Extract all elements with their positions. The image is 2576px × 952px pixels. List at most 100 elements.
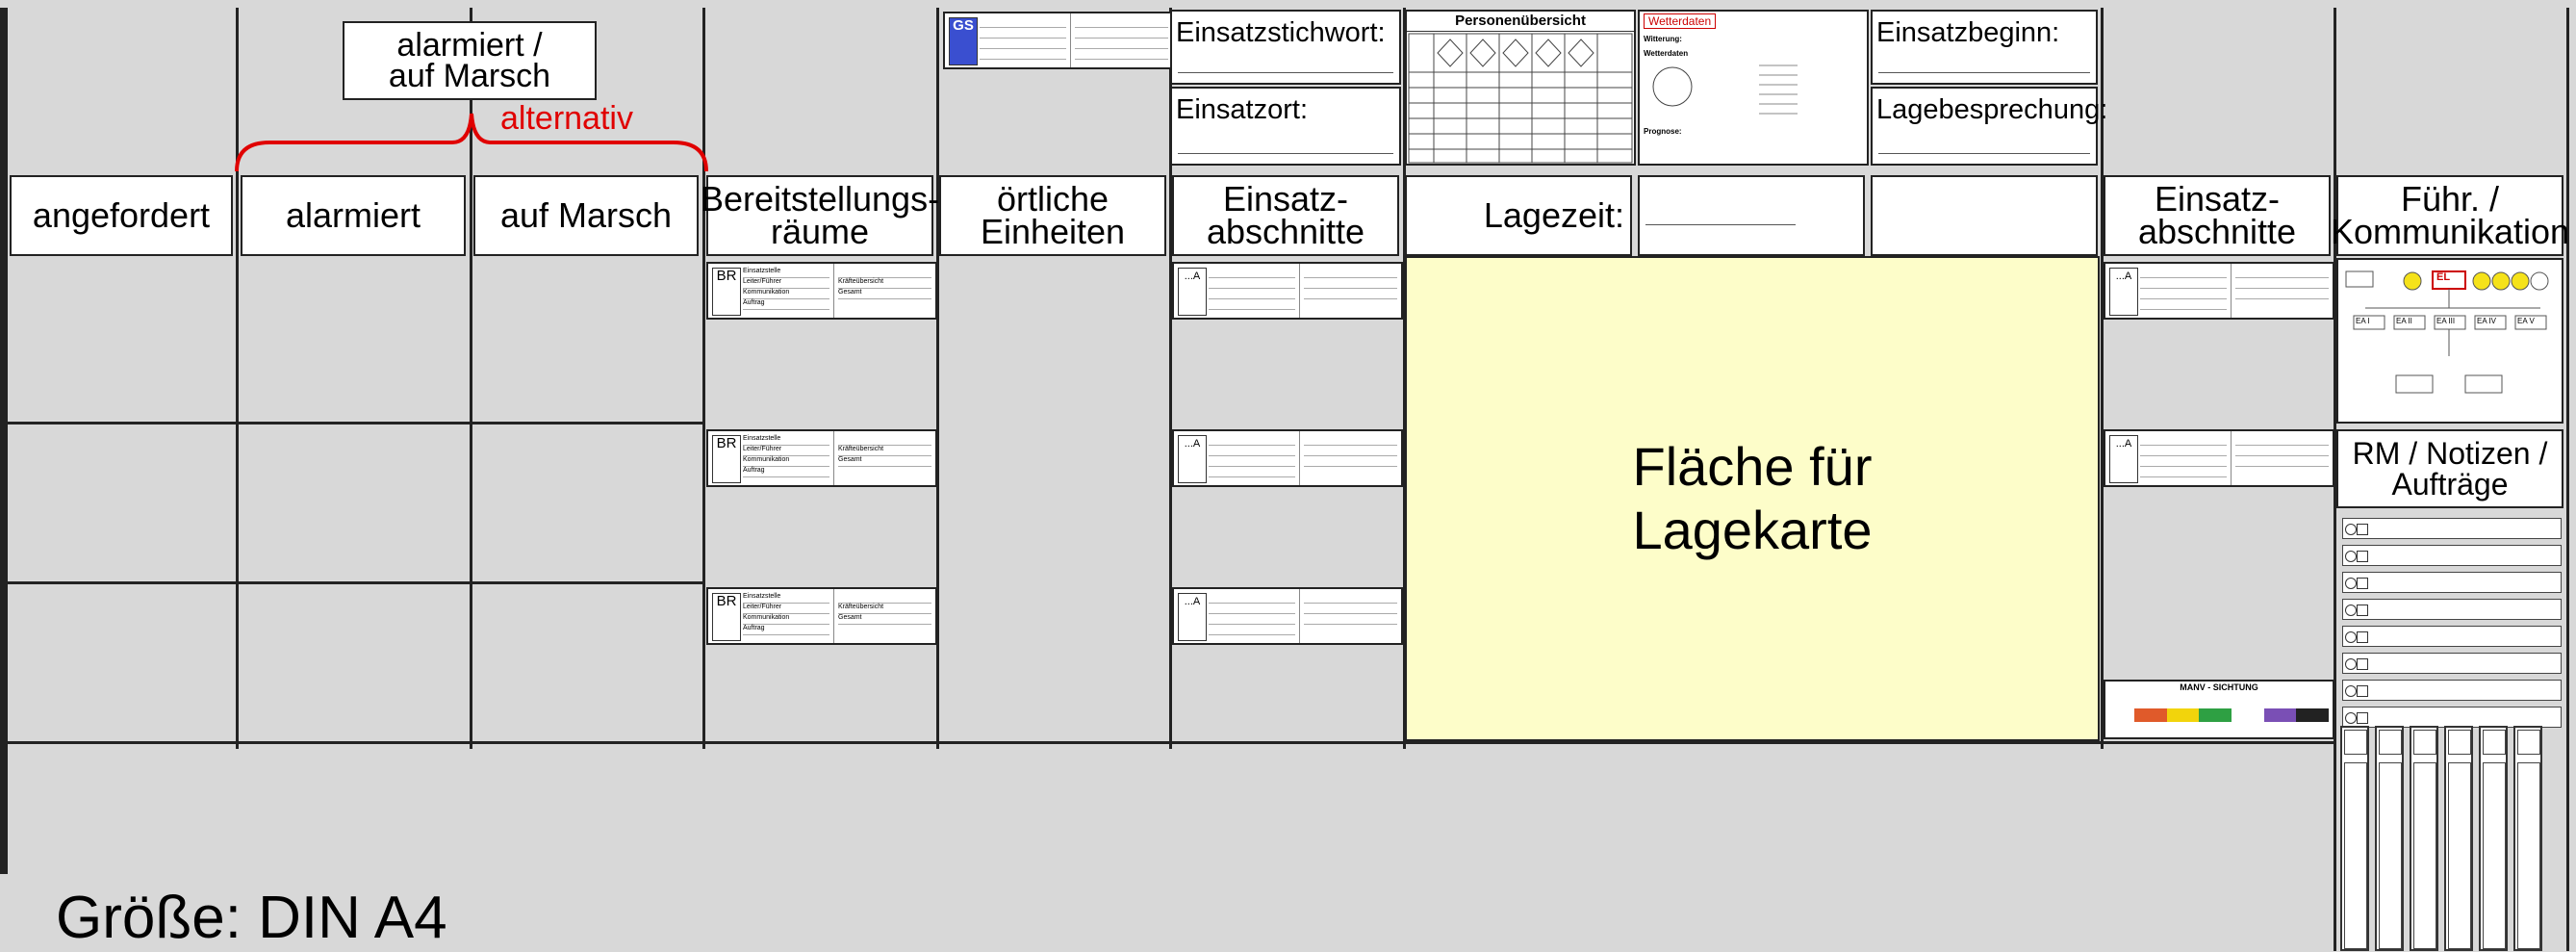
einsatzstichwort-label: Einsatzstichwort: [1176, 17, 1386, 48]
note-row[interactable] [2342, 572, 2562, 593]
wetterdaten-sub-label: Wetterdaten [1644, 49, 1689, 58]
gs-card[interactable]: GS [943, 12, 1174, 69]
alternativ-brace [235, 113, 708, 172]
personenuebersicht-title: Personenübersicht [1407, 12, 1634, 32]
br-card[interactable]: BR Einsatzstelle Leiter/Führer Kommunikati… [706, 587, 937, 645]
header-fuehr-kommunikation: Führ. / Kommunikation [2331, 175, 2569, 256]
wetterdaten-title: Wetterdaten [1644, 13, 1717, 29]
br-card-label: BR [716, 435, 737, 451]
card-row: Kräfteübersicht [838, 278, 931, 289]
vehicle-strip[interactable] [2340, 726, 2369, 951]
card-row: Kräfteübersicht [838, 446, 931, 456]
alternativ-label: alternativ [500, 100, 633, 137]
header-rm-notizen: RM / Notizen / Aufträge [2336, 429, 2563, 508]
vehicle-strip[interactable] [2479, 726, 2508, 951]
manv-title: MANV - SICHTUNG [2180, 682, 2258, 692]
row-divider [0, 581, 702, 584]
wetterdaten-panel: Wetterdaten Witterung: Wetterdaten Progn… [1638, 10, 1869, 166]
ea-card-label: ...A [2109, 268, 2138, 316]
el-label: EL [2436, 271, 2451, 283]
note-row[interactable] [2342, 680, 2562, 701]
ea-card-label: ...A [2109, 435, 2138, 483]
ea-1-label: EA I [2356, 317, 2370, 325]
card-row: Einsatzstelle [743, 435, 829, 446]
ea-card[interactable]: ...A [1172, 262, 1403, 320]
ea-card[interactable]: ...A [1172, 587, 1403, 645]
card-row: Auftrag [743, 625, 829, 635]
vehicle-strip[interactable] [2410, 726, 2438, 951]
header-lagezeit: Lagezeit: [1405, 175, 1632, 256]
vehicle-strip[interactable] [2513, 726, 2542, 951]
ea-card[interactable]: ...A [1172, 429, 1403, 487]
prognose-label: Prognose: [1644, 127, 1682, 136]
note-row[interactable] [2342, 707, 2562, 728]
note-row[interactable] [2342, 545, 2562, 566]
card-row: Einsatzstelle [743, 593, 829, 604]
einsatzstichwort-field[interactable]: Einsatzstichwort: [1170, 10, 1401, 85]
note-row[interactable] [2342, 626, 2562, 647]
row-divider [0, 422, 702, 425]
header-bereitstellungsraeume: Bereitstellungs- räume [701, 175, 939, 256]
card-row: Auftrag [743, 467, 829, 477]
witterung-label: Witterung: [1644, 35, 1682, 43]
column-divider [2566, 8, 2569, 951]
br-card[interactable]: BR Einsatzstelle Leiter/Führer Kommunikati… [706, 262, 937, 320]
card-row: Leiter/Führer [743, 278, 829, 289]
ea-5-label: EA V [2517, 317, 2535, 325]
header-einsatzabschnitte-right: Einsatz- abschnitte [2104, 175, 2331, 256]
ea-2-label: EA II [2396, 317, 2412, 325]
ea-card[interactable]: ...A [2104, 429, 2334, 487]
alarmiert-auf-marsch-box: alarmiert / auf Marsch [343, 21, 597, 100]
card-row: Leiter/Führer [743, 604, 829, 614]
size-caption: Größe: DIN A4 [56, 885, 447, 951]
einsatzbeginn-label: Einsatzbeginn: [1876, 17, 2060, 48]
einsatzbeginn-field[interactable]: Einsatzbeginn: [1871, 10, 2098, 85]
einsatzort-field[interactable]: Einsatzort: [1170, 87, 1401, 166]
card-row: Kommunikation [743, 456, 829, 467]
lagezeit-extra-field[interactable] [1871, 175, 2098, 256]
lagebesprechung-label: Lagebesprechung: [1876, 94, 2108, 125]
header-oertliche-einheiten: örtliche Einheiten [939, 175, 1166, 256]
lagezeit-input[interactable] [1638, 175, 1865, 256]
header-auf-marsch: auf Marsch [473, 175, 699, 256]
header-einsatzabschnitte-left: Einsatz- abschnitte [1172, 175, 1399, 256]
header-alarmiert: alarmiert [241, 175, 466, 256]
personen-table [1408, 33, 1633, 164]
organigramm [2345, 270, 2549, 394]
lagekarte-area[interactable]: Fläche für Lagekarte [1405, 256, 2100, 741]
vehicle-strip[interactable] [2444, 726, 2473, 951]
card-row: Einsatzstelle [743, 268, 829, 278]
note-row[interactable] [2342, 653, 2562, 674]
ea-card-label: ...A [1178, 268, 1207, 316]
ea-card-label: ...A [1178, 593, 1207, 641]
card-row: Kommunikation [743, 289, 829, 299]
lagebesprechung-field[interactable]: Lagebesprechung: [1871, 87, 2107, 166]
br-card-label: BR [716, 268, 737, 284]
card-row: Kommunikation [743, 614, 829, 625]
vehicle-strip[interactable] [2375, 726, 2404, 951]
br-card-label: BR [716, 593, 737, 609]
ea-card[interactable]: ...A [2104, 262, 2334, 320]
br-card[interactable]: BR Einsatzstelle Leiter/Führer Kommunikati… [706, 429, 937, 487]
einsatzort-label: Einsatzort: [1176, 94, 1308, 125]
ea-4-label: EA IV [2477, 317, 2497, 325]
personenuebersicht-panel: Personenübersicht [1405, 10, 1636, 166]
note-row[interactable] [2342, 518, 2562, 539]
header-angefordert: angefordert [10, 175, 233, 256]
card-row: Gesamt [838, 289, 931, 299]
card-row: Gesamt [838, 614, 931, 625]
card-row: Auftrag [743, 299, 829, 310]
board-left-edge [0, 8, 8, 874]
card-row: Gesamt [838, 456, 931, 467]
card-row: Kräfteübersicht [838, 604, 931, 614]
manv-color-legend [2134, 708, 2330, 722]
card-row: Leiter/Führer [743, 446, 829, 456]
manv-sichtung-card[interactable]: MANV - SICHTUNG [2104, 680, 2334, 739]
ea-3-label: EA III [2436, 317, 2456, 325]
gs-badge: GS [949, 17, 978, 65]
wind-compass [1652, 64, 1798, 115]
note-row[interactable] [2342, 599, 2562, 620]
ea-card-label: ...A [1178, 435, 1207, 483]
row-divider [0, 741, 2334, 744]
organigramm-panel[interactable]: EL EA I EA II EA III EA IV EA V [2336, 258, 2563, 424]
